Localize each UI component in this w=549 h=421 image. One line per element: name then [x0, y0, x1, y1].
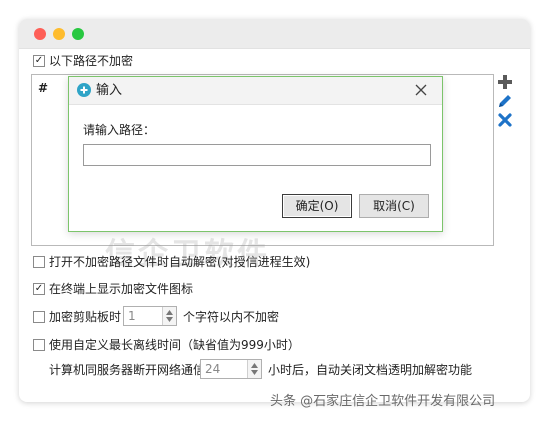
minimize-window-button[interactable] [53, 28, 65, 40]
cancel-button[interactable]: 取消(C) [359, 194, 429, 218]
path-prompt-label: 请输入路径： [83, 123, 156, 137]
no-encrypt-paths-checkbox[interactable]: ✓ [33, 55, 45, 67]
offline-prefix: 计算机同服务器断开网络通信 [49, 363, 206, 377]
plus-icon[interactable] [497, 74, 513, 90]
offline-hours-stepper[interactable]: 24 [200, 359, 262, 379]
show-icon-label: 在终端上显示加密文件图标 [49, 282, 194, 296]
clipboard-suffix: 个字符以内不加密 [183, 310, 280, 324]
auto-decrypt-label: 打开不加密路径文件时自动解密(对授信进程生效) [49, 255, 311, 269]
input-dialog-icon [77, 83, 91, 97]
clipboard-stepper[interactable]: 1 [123, 306, 177, 326]
footer-watermark: 头条 @石家庄信企卫软件开发有限公司 [270, 394, 496, 409]
settings-window: ✓ 以下路径不加密 # 信企卫软件 输入 请输入路径： 确定(O) 取消(C) … [19, 19, 530, 402]
clipboard-label: 加密剪贴板时 [49, 310, 122, 324]
chevron-up-icon[interactable] [251, 363, 258, 368]
close-window-button[interactable] [34, 28, 46, 40]
clipboard-value: 1 [128, 309, 136, 323]
stepper-arrows[interactable] [162, 307, 176, 325]
chevron-up-icon[interactable] [166, 310, 173, 315]
path-input[interactable] [83, 144, 431, 166]
offline-time-label: 使用自定义最长离线时间（缺省值为999小时） [49, 338, 300, 352]
x-icon[interactable] [497, 112, 513, 128]
offline-hours-value: 24 [205, 362, 221, 376]
show-icon-checkbox[interactable]: ✓ [33, 283, 45, 295]
window-titlebar [19, 19, 530, 49]
offline-suffix: 小时后，自动关闭文档透明加解密功能 [268, 363, 473, 377]
close-icon[interactable] [414, 83, 428, 97]
dialog-titlebar: 输入 [69, 77, 442, 105]
pencil-icon[interactable] [497, 93, 513, 109]
ok-button[interactable]: 确定(O) [282, 194, 352, 218]
stepper-arrows[interactable] [247, 360, 261, 378]
chevron-down-icon[interactable] [251, 370, 258, 375]
dialog-title: 输入 [96, 83, 123, 98]
no-encrypt-paths-label: 以下路径不加密 [49, 54, 134, 68]
auto-decrypt-checkbox[interactable] [33, 256, 45, 268]
list-column-header: # [38, 81, 49, 95]
chevron-down-icon[interactable] [166, 317, 173, 322]
input-dialog: 输入 请输入路径： 确定(O) 取消(C) [68, 76, 443, 232]
clipboard-checkbox[interactable] [33, 311, 45, 323]
zoom-window-button[interactable] [72, 28, 84, 40]
offline-time-checkbox[interactable] [33, 339, 45, 351]
